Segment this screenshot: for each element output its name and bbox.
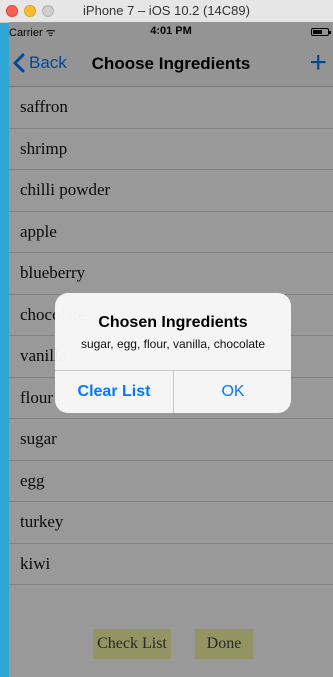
- ok-button[interactable]: OK: [174, 371, 291, 413]
- phone-screen: Carrier ᯤ 4:01 PM Back Choose Ingredient…: [9, 22, 333, 677]
- clear-list-button[interactable]: Clear List: [55, 371, 173, 413]
- simulator-title: iPhone 7 – iOS 10.2 (14C89): [83, 3, 250, 18]
- alert-message: sugar, egg, flour, vanilla, chocolate: [80, 337, 266, 351]
- chosen-ingredients-alert: Chosen Ingredients sugar, egg, flour, va…: [55, 293, 291, 413]
- alert-title: Chosen Ingredients: [98, 314, 248, 331]
- simulator-titlebar: iPhone 7 – iOS 10.2 (14C89): [0, 0, 333, 23]
